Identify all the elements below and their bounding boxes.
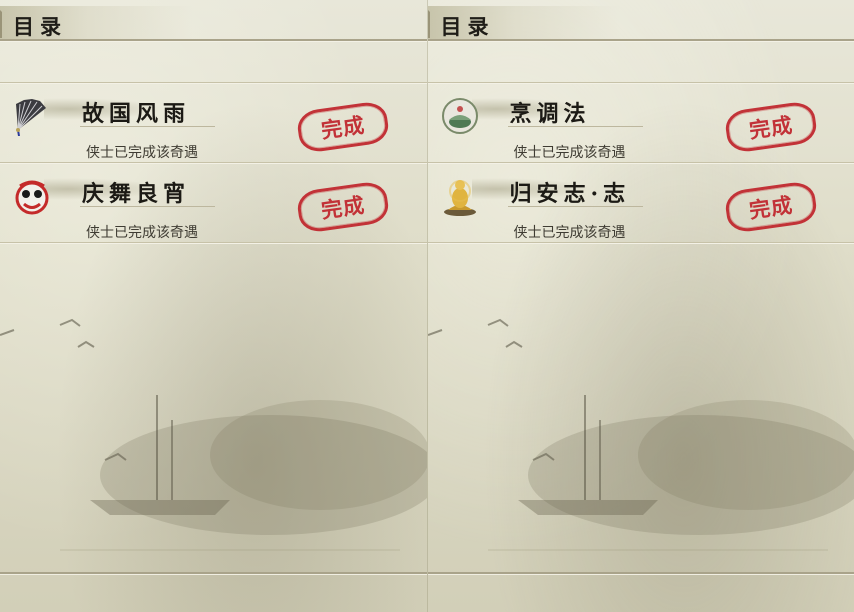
title-underline (80, 206, 215, 207)
golden-buddha-icon (443, 180, 476, 216)
title-underline (80, 126, 215, 127)
completed-stamp: 完成 (295, 99, 391, 155)
adventure-title: 庆舞良宵 (82, 181, 191, 207)
title-underline (507, 206, 643, 207)
page-header: 目录 (427, 6, 854, 40)
header-bracket-icon (427, 10, 440, 38)
page-title: 目录 (13, 14, 67, 39)
completion-status: 侠士已完成该奇遇 (513, 225, 626, 241)
footer-divider (427, 572, 854, 575)
divider (427, 242, 854, 244)
lion-dance-mask-icon (15, 180, 49, 215)
adventure-entry[interactable]: 庆舞良宵 侠士已完成该奇遇 完成 (0, 164, 427, 242)
completion-status: 侠士已完成该奇遇 (86, 145, 198, 161)
folding-fan-icon (16, 99, 46, 136)
ink-landscape-illustration (427, 318, 854, 551)
adventure-entry[interactable]: 故国风雨 侠士已完成该奇遇 完成 (0, 84, 427, 162)
left-page: 目录 故国风雨 侠士已完成该奇遇 完成 庆舞良宵 侠士已完成该奇遇 完成 (0, 0, 427, 612)
right-page: 目录 烹调法 侠士已完成该奇遇 完成 归安志·志 侠士已完成该奇遇 完成 (426, 0, 854, 612)
completion-status: 侠士已完成该奇遇 (513, 145, 626, 161)
header-bracket-icon (0, 10, 12, 38)
completed-stamp: 完成 (723, 99, 818, 155)
ink-landscape-illustration (0, 318, 427, 551)
title-underline (507, 126, 643, 127)
completed-stamp: 完成 (723, 179, 818, 235)
adventure-title: 归安志·志 (509, 181, 631, 207)
header-divider (427, 39, 854, 42)
adventure-entry[interactable]: 烹调法 侠士已完成该奇遇 完成 (428, 84, 854, 162)
page-header: 目录 (0, 6, 427, 40)
completed-stamp: 完成 (295, 179, 391, 235)
divider (0, 242, 427, 244)
header-divider (0, 39, 427, 42)
journal-book: 目录 故国风雨 侠士已完成该奇遇 完成 庆舞良宵 侠士已完成该奇遇 完成 目录 … (0, 0, 854, 612)
adventure-entry[interactable]: 归安志·志 侠士已完成该奇遇 完成 (428, 164, 854, 242)
adventure-title: 故国风雨 (82, 101, 191, 127)
footer-divider (0, 572, 427, 575)
cooking-pot-icon (441, 98, 478, 134)
completion-status: 侠士已完成该奇遇 (86, 225, 198, 241)
page-title: 目录 (440, 14, 495, 39)
adventure-title: 烹调法 (509, 101, 591, 127)
